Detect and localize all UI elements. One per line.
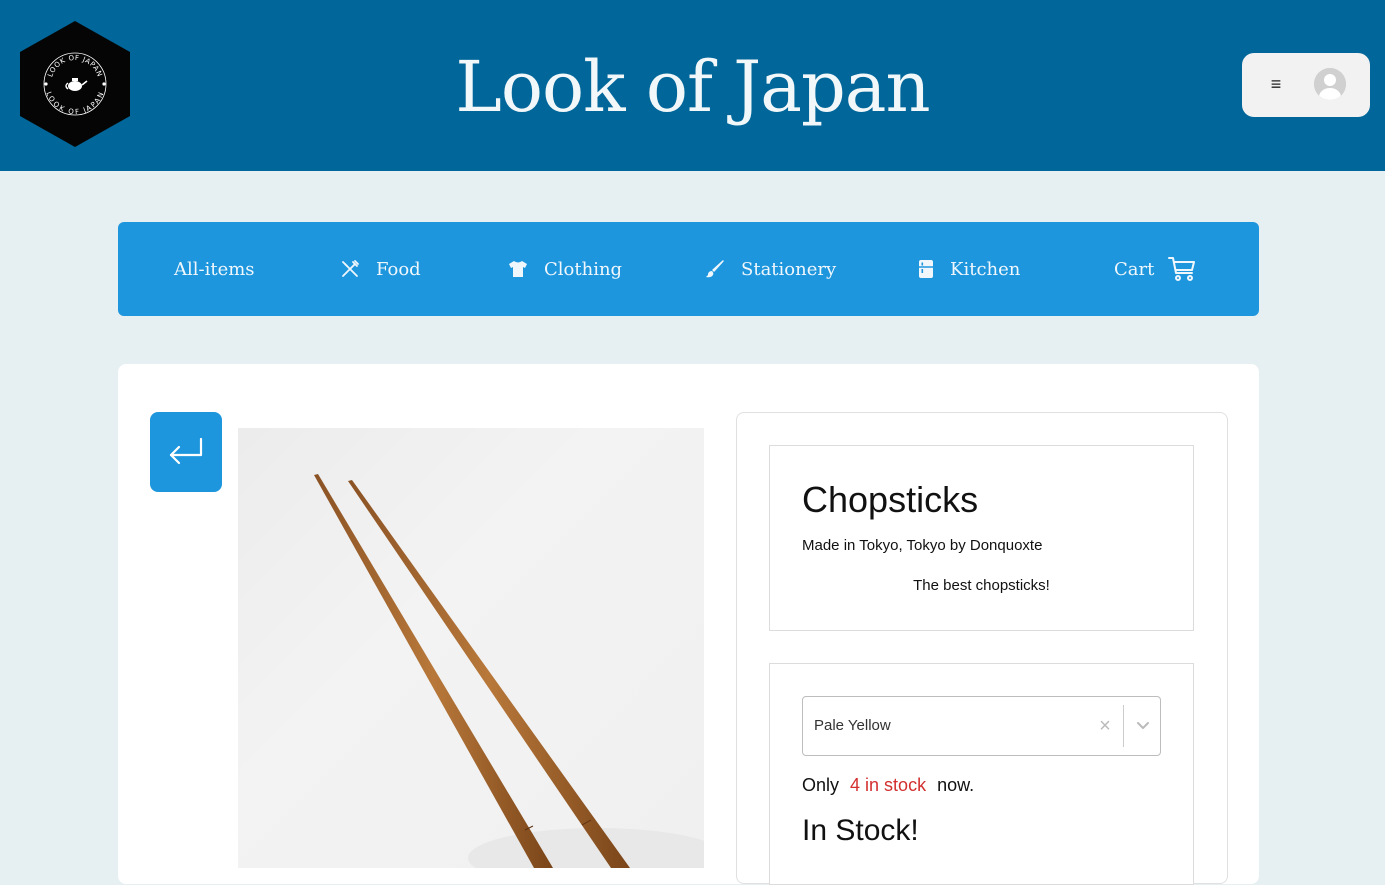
nav-item-cart[interactable]: Cart [1114, 222, 1196, 316]
nav-item-stationery[interactable]: Stationery [705, 222, 836, 316]
stock-count: 4 in stock [850, 775, 927, 795]
user-avatar-icon[interactable] [1314, 68, 1346, 100]
product-origin: Made in Tokyo, Tokyo by Donquoxte [802, 537, 1043, 554]
select-divider [1123, 705, 1124, 747]
nav-item-all-items[interactable]: All-items [174, 222, 255, 316]
color-select[interactable]: Pale Yellow × [802, 696, 1161, 756]
nav-item-label: Cart [1114, 258, 1155, 280]
availability-status: In Stock! [802, 814, 919, 847]
nav-item-food[interactable]: Food [340, 222, 421, 316]
product-name: Chopsticks [802, 479, 979, 520]
nav-item-label: Food [376, 258, 421, 280]
nav-item-label: All-items [174, 258, 255, 280]
chopsticks-image [314, 474, 704, 868]
product-description: Chopsticks Made in Tokyo, Tokyo by Donqu… [769, 445, 1194, 631]
nav-item-label: Stationery [741, 258, 837, 280]
utensils-icon [340, 259, 360, 279]
color-select-value: Pale Yellow [814, 717, 891, 734]
stock-prefix: Only [802, 775, 840, 795]
site-title: Look of Japan [455, 46, 930, 128]
nav-item-label: Kitchen [950, 258, 1021, 280]
stock-message: Only 4 in stock now. [802, 775, 974, 796]
product-image [238, 428, 704, 868]
shirt-icon [508, 260, 528, 278]
product-tagline: The best chopsticks! [913, 577, 1050, 594]
category-nav: All-items Food Clothing Stationery Kitch… [118, 222, 1259, 316]
cart-icon [1168, 256, 1196, 282]
chevron-down-icon[interactable] [1133, 716, 1153, 736]
back-button[interactable] [150, 412, 222, 492]
fridge-icon [918, 259, 934, 279]
hamburger-icon[interactable]: ≡ [1267, 72, 1285, 96]
brush-icon [705, 259, 725, 279]
close-icon[interactable]: × [1095, 716, 1115, 736]
return-arrow-icon [169, 437, 203, 465]
nav-item-kitchen[interactable]: Kitchen [918, 222, 1020, 316]
nav-item-label: Clothing [544, 258, 623, 280]
purchase-options: Pale Yellow × Only 4 in stock now. In St… [769, 663, 1194, 885]
stock-suffix: now. [937, 775, 975, 795]
site-header: LOOK OF JAPAN LOOK OF JAPAN Look of Japa… [0, 0, 1385, 171]
user-menu-button[interactable]: ≡ [1242, 53, 1370, 117]
nav-item-clothing[interactable]: Clothing [508, 222, 622, 316]
